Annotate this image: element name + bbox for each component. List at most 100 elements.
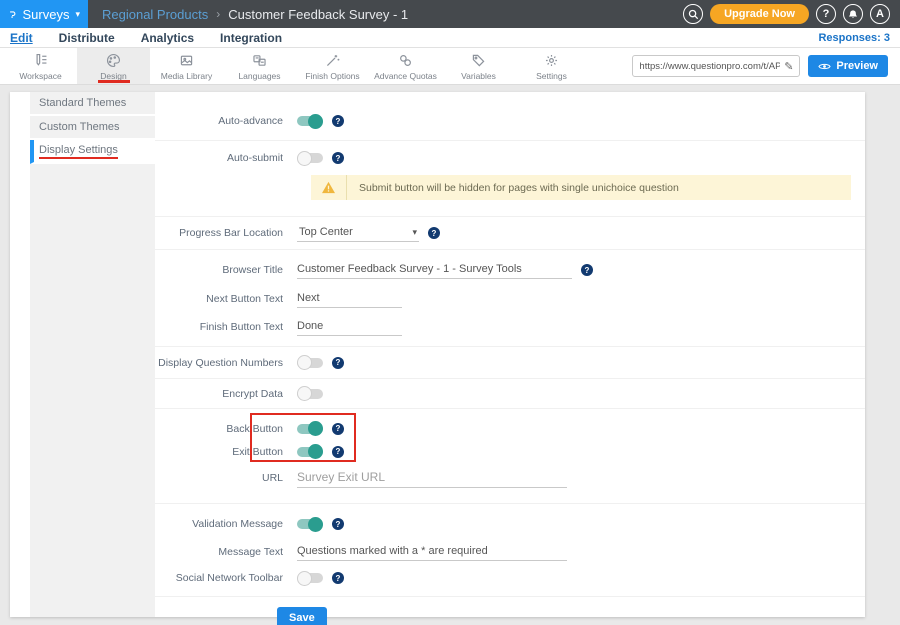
encrypt-data-label: Encrypt Data <box>155 388 297 400</box>
sidebar-item-display-settings[interactable]: Display Settings <box>30 140 155 164</box>
toolbar-item-label: Settings <box>536 71 567 81</box>
browser-title-input[interactable] <box>297 261 572 279</box>
progress-bar-location-label: Progress Bar Location <box>155 227 297 239</box>
selected-option: Top Center <box>299 226 353 238</box>
auto-advance-label: Auto-advance <box>155 115 297 127</box>
survey-url-input[interactable] <box>639 61 780 72</box>
next-button-text-input[interactable] <box>297 290 402 308</box>
help-button[interactable]: ? <box>816 4 836 24</box>
finish-button-text-row: Finish Button Text <box>155 313 865 341</box>
message-text-input[interactable] <box>297 543 567 561</box>
annotation-underline <box>98 80 130 83</box>
help-icon[interactable]: ? <box>581 264 593 276</box>
tab-edit[interactable]: Edit <box>10 31 33 45</box>
toolbar-item-settings[interactable]: Settings <box>515 48 588 84</box>
design-settings-card: Standard Themes Custom Themes Display Se… <box>10 92 865 617</box>
finish-button-text-label: Finish Button Text <box>155 321 297 333</box>
help-icon[interactable]: ? <box>332 446 344 458</box>
help-icon[interactable]: ? <box>332 152 344 164</box>
help-icon[interactable]: ? <box>332 572 344 584</box>
notifications-button[interactable] <box>843 4 863 24</box>
question-mark-icon: ? <box>823 8 830 20</box>
chevron-down-icon: ▾ <box>412 227 417 238</box>
next-button-text-row: Next Button Text <box>155 285 865 313</box>
progress-bar-location-select[interactable]: Top Center ▾ <box>297 224 419 242</box>
social-network-toolbar-label: Social Network Toolbar <box>155 572 297 584</box>
exit-url-input[interactable] <box>297 468 567 488</box>
top-bar: Surveys ▾ Regional Products › Customer F… <box>0 0 900 28</box>
upgrade-now-button[interactable]: Upgrade Now <box>710 4 809 24</box>
help-icon[interactable]: ? <box>332 518 344 530</box>
tab-distribute[interactable]: Distribute <box>59 31 115 45</box>
finish-button-text-input[interactable] <box>297 318 402 336</box>
product-switcher[interactable]: Surveys ▾ <box>0 0 88 28</box>
exit-button-label: Exit Button <box>155 446 297 458</box>
social-network-toolbar-row: Social Network Toolbar ? <box>155 565 865 591</box>
preview-label: Preview <box>836 60 878 72</box>
image-icon <box>178 52 195 69</box>
avatar-initial: A <box>876 8 884 20</box>
chain-links-icon <box>397 52 414 69</box>
preview-button[interactable]: Preview <box>808 55 888 77</box>
tab-analytics[interactable]: Analytics <box>141 31 194 45</box>
search-icon <box>688 9 699 20</box>
product-name: Surveys <box>23 7 70 22</box>
back-button-label: Back Button <box>155 423 297 435</box>
design-palette-icon <box>105 52 122 69</box>
design-toolbar: Workspace Design Media Library Languages… <box>0 48 900 85</box>
responses-count[interactable]: Responses: 3 <box>818 32 890 44</box>
toolbar-item-finish-options[interactable]: Finish Options <box>296 48 369 84</box>
toolbar-item-label: Workspace <box>19 71 61 81</box>
account-avatar[interactable]: A <box>870 4 890 24</box>
tab-integration[interactable]: Integration <box>220 31 282 45</box>
toolbar-item-label: Advance Quotas <box>374 71 437 81</box>
help-icon[interactable]: ? <box>332 115 344 127</box>
back-exit-section: Back Button ? Exit Button ? URL <box>155 409 865 503</box>
translate-icon <box>251 52 268 69</box>
browser-title-label: Browser Title <box>155 264 297 276</box>
validation-message-row: Validation Message ? <box>155 509 865 539</box>
edit-pencil-icon[interactable]: ✎ <box>784 60 793 73</box>
toolbar-item-languages[interactable]: Languages <box>223 48 296 84</box>
exit-url-row: URL <box>155 463 865 493</box>
topbar-actions: Upgrade Now ? A <box>683 4 900 24</box>
toolbar-item-label: Variables <box>461 71 496 81</box>
save-button[interactable]: Save <box>277 607 327 625</box>
back-button-toggle[interactable] <box>297 424 323 434</box>
help-icon[interactable]: ? <box>428 227 440 239</box>
social-network-toolbar-toggle[interactable] <box>297 573 323 583</box>
sidebar-item-standard-themes[interactable]: Standard Themes <box>30 92 155 116</box>
toolbar-item-design[interactable]: Design <box>77 48 150 84</box>
breadcrumb-parent[interactable]: Regional Products <box>102 7 208 22</box>
breadcrumb-current: Customer Feedback Survey - 1 <box>228 7 408 22</box>
encrypt-data-toggle[interactable] <box>297 389 323 399</box>
workspace-icon <box>32 52 49 69</box>
exit-button-row: Exit Button ? <box>155 440 865 463</box>
back-button-row: Back Button ? <box>155 417 865 440</box>
questionpro-logo-icon <box>8 7 17 22</box>
validation-message-toggle[interactable] <box>297 519 323 529</box>
help-icon[interactable]: ? <box>332 357 344 369</box>
browser-title-row: Browser Title ? <box>155 255 865 285</box>
breadcrumb-separator-icon: › <box>216 7 220 21</box>
exit-url-label: URL <box>155 472 297 484</box>
toolbar-item-label: Finish Options <box>305 71 359 81</box>
main-nav: Edit Distribute Analytics Integration Re… <box>0 28 900 48</box>
toolbar-item-advance-quotas[interactable]: Advance Quotas <box>369 48 442 84</box>
auto-advance-toggle[interactable] <box>297 116 323 126</box>
exit-button-toggle[interactable] <box>297 447 323 457</box>
auto-submit-row: Auto-submit ? <box>155 141 865 175</box>
toolbar-item-workspace[interactable]: Workspace <box>4 48 77 84</box>
validation-message-label: Validation Message <box>155 518 297 530</box>
toolbar-item-variables[interactable]: Variables <box>442 48 515 84</box>
display-question-numbers-toggle[interactable] <box>297 358 323 368</box>
toolbar-item-media-library[interactable]: Media Library <box>150 48 223 84</box>
warning-text: Submit button will be hidden for pages w… <box>347 182 679 194</box>
auto-submit-toggle[interactable] <box>297 153 323 163</box>
auto-submit-warning: Submit button will be hidden for pages w… <box>311 175 851 200</box>
search-button[interactable] <box>683 4 703 24</box>
help-icon[interactable]: ? <box>332 423 344 435</box>
eye-icon <box>818 62 831 71</box>
save-row: Save <box>155 597 865 625</box>
sidebar-item-custom-themes[interactable]: Custom Themes <box>30 116 155 140</box>
